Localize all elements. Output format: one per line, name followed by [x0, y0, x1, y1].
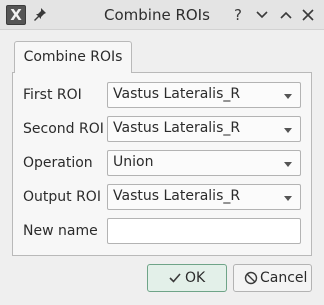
- cancel-button[interactable]: Cancel: [233, 264, 312, 292]
- second-roi-label: Second ROI: [23, 121, 104, 137]
- first-roi-value: Vastus Lateralis_R: [113, 86, 241, 102]
- maximize-button[interactable]: [276, 4, 296, 26]
- app-icon: X: [6, 5, 26, 25]
- ok-label: OK: [185, 270, 206, 286]
- title-bar: X Combine ROIs ?: [0, 0, 324, 30]
- cancel-label: Cancel: [260, 270, 308, 286]
- dropdown-arrow-icon: [284, 162, 292, 167]
- window-title: Combine ROIs: [104, 6, 210, 24]
- output-roi-value: Vastus Lateralis_R: [113, 188, 241, 204]
- output-roi-label: Output ROI: [23, 189, 101, 205]
- operation-select[interactable]: Union: [107, 150, 301, 176]
- chevron-down-icon: [256, 11, 268, 19]
- dropdown-arrow-icon: [284, 94, 292, 99]
- output-roi-select[interactable]: Vastus Lateralis_R: [107, 184, 301, 210]
- second-roi-select[interactable]: Vastus Lateralis_R: [107, 116, 301, 142]
- operation-label: Operation: [23, 155, 93, 171]
- second-roi-value: Vastus Lateralis_R: [113, 120, 241, 136]
- close-button[interactable]: [298, 4, 318, 26]
- first-roi-select[interactable]: Vastus Lateralis_R: [107, 82, 301, 108]
- dropdown-arrow-icon: [284, 196, 292, 201]
- operation-value: Union: [113, 154, 154, 170]
- first-roi-label: First ROI: [23, 87, 82, 103]
- help-button[interactable]: ?: [228, 4, 248, 26]
- new-name-label: New name: [23, 223, 98, 239]
- cancel-icon: [244, 271, 258, 285]
- minimize-button[interactable]: [252, 4, 272, 26]
- check-icon: [169, 273, 181, 283]
- pin-icon[interactable]: [33, 7, 47, 23]
- new-name-input[interactable]: [107, 218, 301, 244]
- ok-button[interactable]: OK: [147, 264, 227, 292]
- close-icon: [302, 9, 314, 21]
- dropdown-arrow-icon: [284, 128, 292, 133]
- tab-combine-rois[interactable]: Combine ROIs: [14, 41, 132, 73]
- chevron-up-icon: [280, 11, 292, 19]
